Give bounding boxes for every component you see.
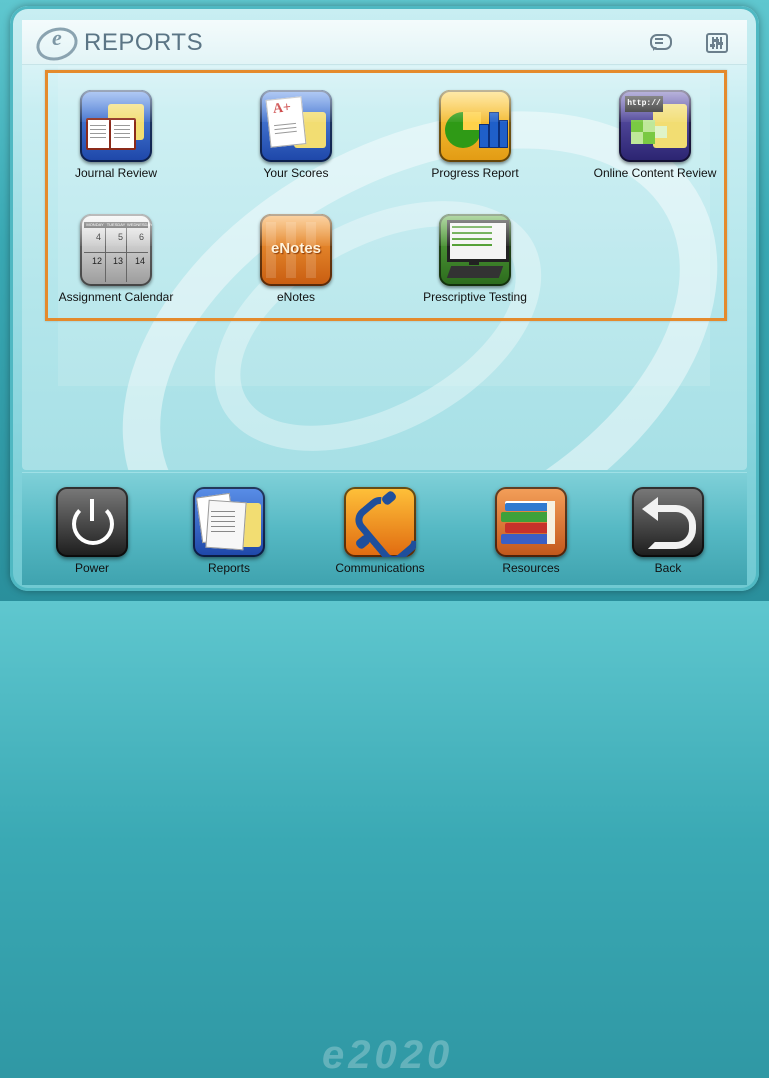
dock-label: Power [74, 561, 109, 575]
computer-checklist-icon [439, 214, 511, 286]
calendar-date: 12 [92, 256, 103, 266]
tile-label: Assignment Calendar [58, 290, 174, 304]
dock-resources-button[interactable]: Resources [476, 485, 586, 581]
tile-progress-report[interactable]: Progress Report [405, 73, 545, 183]
graded-paper-folder-icon: A+ [260, 90, 332, 162]
pie-bar-chart-icon [439, 90, 511, 162]
back-arrow-icon [632, 487, 704, 557]
reports-folder-icon [193, 487, 265, 557]
dock-label: Back [654, 561, 682, 575]
calendar-date: 13 [113, 256, 124, 266]
chat-bubble-icon[interactable] [648, 32, 672, 52]
dock-label: Communications [335, 561, 425, 575]
app-logo-letter: e [52, 25, 62, 50]
header-bar: e REPORTS [22, 20, 747, 66]
enotes-icon: eNotes [260, 214, 332, 286]
tile-online-content-review[interactable]: http:// Online Content Review [585, 73, 725, 183]
journal-book-folder-icon [80, 90, 152, 162]
tile-your-scores[interactable]: A+ Your Scores [226, 73, 366, 183]
tile-label: eNotes [276, 290, 316, 304]
bottom-dock: e2020 Power Reports Communications Resou… [22, 472, 747, 1077]
tile-label: Progress Report [431, 166, 519, 180]
dock-power-button[interactable]: Power [37, 485, 147, 581]
calendar-icon: MONDAY TUESDAY WEDNESDAY 4 5 6 12 13 14 [80, 214, 152, 286]
dock-watermark-logo: e2020 [322, 1033, 454, 1077]
tile-assignment-calendar[interactable]: MONDAY TUESDAY WEDNESDAY 4 5 6 12 13 14 … [46, 197, 186, 307]
reports-grid: Journal Review A+ Your Scores Progress R… [45, 70, 727, 321]
web-puzzle-folder-icon: http:// [619, 90, 691, 162]
dock-label: Resources [502, 561, 560, 575]
tile-prescriptive-testing[interactable]: Prescriptive Testing [405, 197, 545, 307]
settings-sliders-icon[interactable] [706, 33, 728, 53]
calendar-date: 14 [135, 256, 146, 266]
power-icon [56, 487, 128, 557]
books-icon [495, 487, 567, 557]
dock-back-button[interactable]: Back [613, 485, 723, 581]
telephone-icon [344, 487, 416, 557]
dock-reports-button[interactable]: Reports [174, 485, 284, 581]
tile-label: Journal Review [74, 166, 158, 180]
tile-label: Online Content Review [593, 166, 717, 180]
dock-communications-button[interactable]: Communications [325, 485, 435, 581]
tile-label: Prescriptive Testing [423, 290, 527, 304]
tile-label: Your Scores [263, 166, 329, 180]
page-title: REPORTS [84, 29, 204, 56]
dock-label: Reports [207, 561, 251, 575]
tile-journal-review[interactable]: Journal Review [46, 73, 186, 183]
tile-enotes[interactable]: eNotes eNotes [226, 197, 366, 307]
